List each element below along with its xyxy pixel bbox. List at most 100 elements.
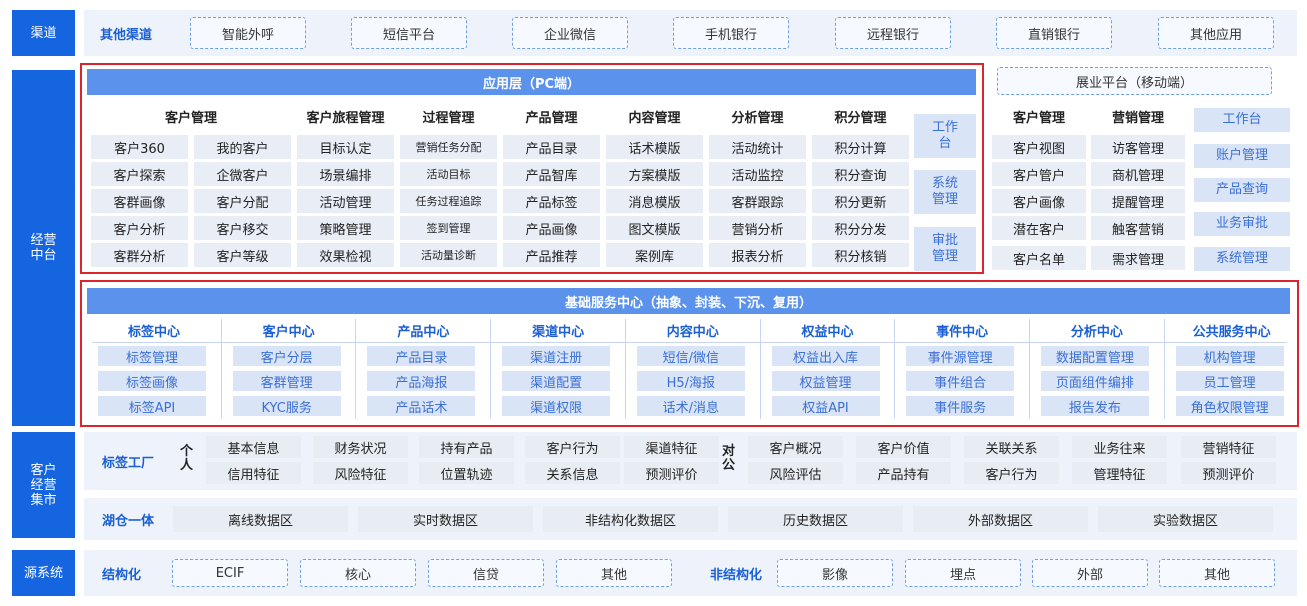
mobile-side-button[interactable]: 业务审批 bbox=[1194, 212, 1290, 236]
tag-corporate[interactable]: 预测评价 bbox=[1181, 462, 1276, 484]
service-item[interactable]: 渠道权限 bbox=[502, 396, 611, 416]
tag-corporate[interactable]: 业务往来 bbox=[1072, 436, 1167, 458]
app-cell[interactable]: 积分更新 bbox=[812, 189, 909, 213]
app-cell[interactable]: 策略管理 bbox=[297, 216, 394, 240]
tag-personal[interactable]: 预测评价 bbox=[624, 462, 719, 484]
tag-personal[interactable]: 基本信息 bbox=[206, 436, 301, 458]
service-item[interactable]: 标签管理 bbox=[98, 346, 206, 366]
app-cell[interactable]: 客户等级 bbox=[194, 243, 291, 267]
mobile-cell[interactable]: 客户管户 bbox=[992, 162, 1086, 186]
service-item[interactable]: KYC服务 bbox=[232, 396, 341, 416]
mobile-side-button[interactable]: 产品查询 bbox=[1194, 178, 1290, 202]
mobile-cell[interactable]: 客户画像 bbox=[992, 189, 1086, 213]
tag-personal[interactable]: 位置轨迹 bbox=[419, 462, 514, 484]
app-cell[interactable]: 客群画像 bbox=[91, 189, 188, 213]
service-item[interactable]: H5/海报 bbox=[636, 371, 745, 391]
app-cell[interactable]: 企微客户 bbox=[194, 162, 291, 186]
service-item[interactable]: 权益管理 bbox=[771, 371, 880, 391]
tag-corporate[interactable]: 风险评估 bbox=[748, 462, 843, 484]
mobile-cell[interactable]: 潜在客户 bbox=[992, 216, 1086, 240]
unstructured-source[interactable]: 影像 bbox=[777, 559, 893, 587]
lake-zone[interactable]: 外部数据区 bbox=[913, 506, 1088, 532]
tag-personal[interactable]: 关系信息 bbox=[525, 462, 620, 484]
tag-personal[interactable]: 信用特征 bbox=[206, 462, 301, 484]
service-item[interactable]: 渠道配置 bbox=[502, 371, 611, 391]
service-item[interactable]: 短信/微信 bbox=[636, 346, 745, 366]
mobile-cell[interactable]: 访客管理 bbox=[1091, 135, 1185, 159]
mobile-side-button[interactable]: 账户管理 bbox=[1194, 144, 1290, 168]
app-cell[interactable]: 目标认定 bbox=[297, 135, 394, 159]
service-item[interactable]: 产品海报 bbox=[367, 371, 476, 391]
service-item[interactable]: 事件服务 bbox=[906, 396, 1015, 416]
structured-source[interactable]: 核心 bbox=[300, 559, 416, 587]
service-item[interactable]: 客群管理 bbox=[232, 371, 341, 391]
lake-zone[interactable]: 实验数据区 bbox=[1098, 506, 1273, 532]
service-item[interactable]: 话术/消息 bbox=[636, 396, 745, 416]
app-cell[interactable]: 客户360 bbox=[91, 135, 188, 159]
app-cell[interactable]: 图文模版 bbox=[606, 216, 703, 240]
tag-personal[interactable]: 财务状况 bbox=[313, 436, 408, 458]
service-item[interactable]: 标签API bbox=[98, 396, 206, 416]
app-cell[interactable]: 客户探索 bbox=[91, 162, 188, 186]
lake-zone[interactable]: 实时数据区 bbox=[358, 506, 533, 532]
service-item[interactable]: 员工管理 bbox=[1175, 371, 1284, 391]
service-item[interactable]: 产品目录 bbox=[367, 346, 476, 366]
structured-source[interactable]: 信贷 bbox=[428, 559, 544, 587]
app-cell[interactable]: 产品推荐 bbox=[503, 243, 600, 267]
mobile-side-button[interactable]: 系统管理 bbox=[1194, 247, 1290, 271]
app-cell[interactable]: 活动统计 bbox=[709, 135, 806, 159]
channel-item[interactable]: 其他应用 bbox=[1158, 17, 1274, 49]
app-cell[interactable]: 客户分配 bbox=[194, 189, 291, 213]
app-side-button[interactable]: 审批 管理 bbox=[914, 227, 976, 271]
service-item[interactable]: 数据配置管理 bbox=[1040, 346, 1149, 366]
app-cell[interactable]: 产品智库 bbox=[503, 162, 600, 186]
app-cell[interactable]: 效果检视 bbox=[297, 243, 394, 267]
unstructured-source[interactable]: 其他 bbox=[1159, 559, 1275, 587]
unstructured-source[interactable]: 埋点 bbox=[905, 559, 1021, 587]
service-item[interactable]: 权益出入库 bbox=[771, 346, 880, 366]
app-cell[interactable]: 消息模版 bbox=[606, 189, 703, 213]
app-cell[interactable]: 活动管理 bbox=[297, 189, 394, 213]
lake-zone[interactable]: 离线数据区 bbox=[173, 506, 348, 532]
service-item[interactable]: 事件源管理 bbox=[906, 346, 1015, 366]
channel-item[interactable]: 直销银行 bbox=[996, 17, 1112, 49]
app-cell[interactable]: 签到管理 bbox=[400, 216, 497, 240]
app-cell[interactable]: 活动监控 bbox=[709, 162, 806, 186]
app-cell[interactable]: 我的客户 bbox=[194, 135, 291, 159]
service-item[interactable]: 页面组件编排 bbox=[1040, 371, 1149, 391]
app-cell[interactable]: 方案模版 bbox=[606, 162, 703, 186]
tag-corporate[interactable]: 客户价值 bbox=[856, 436, 951, 458]
unstructured-source[interactable]: 外部 bbox=[1032, 559, 1148, 587]
service-item[interactable]: 客户分层 bbox=[232, 346, 341, 366]
app-cell[interactable]: 营销任务分配 bbox=[400, 135, 497, 159]
channel-item[interactable]: 手机银行 bbox=[673, 17, 789, 49]
app-cell[interactable]: 积分核销 bbox=[812, 243, 909, 267]
app-cell[interactable]: 积分查询 bbox=[812, 162, 909, 186]
app-cell[interactable]: 活动目标 bbox=[400, 162, 497, 186]
tag-corporate[interactable]: 管理特征 bbox=[1072, 462, 1167, 484]
tag-personal[interactable]: 客户行为 bbox=[525, 436, 620, 458]
app-cell[interactable]: 话术模版 bbox=[606, 135, 703, 159]
service-item[interactable]: 权益API bbox=[771, 396, 880, 416]
app-cell[interactable]: 报表分析 bbox=[709, 243, 806, 267]
app-cell[interactable]: 产品标签 bbox=[503, 189, 600, 213]
lake-zone[interactable]: 非结构化数据区 bbox=[543, 506, 718, 532]
app-cell[interactable]: 客户移交 bbox=[194, 216, 291, 240]
tag-personal[interactable]: 渠道特征 bbox=[624, 436, 719, 458]
app-cell[interactable]: 客群分析 bbox=[91, 243, 188, 267]
app-side-button[interactable]: 工作 台 bbox=[914, 114, 976, 158]
mobile-cell[interactable]: 需求管理 bbox=[1091, 246, 1185, 270]
channel-item[interactable]: 短信平台 bbox=[351, 17, 467, 49]
app-cell[interactable]: 积分计算 bbox=[812, 135, 909, 159]
structured-source[interactable]: ECIF bbox=[172, 559, 288, 587]
mobile-cell[interactable]: 提醒管理 bbox=[1091, 189, 1185, 213]
lake-zone[interactable]: 历史数据区 bbox=[728, 506, 903, 532]
tag-personal[interactable]: 持有产品 bbox=[419, 436, 514, 458]
app-cell[interactable]: 营销分析 bbox=[709, 216, 806, 240]
app-cell[interactable]: 场景编排 bbox=[297, 162, 394, 186]
tag-corporate[interactable]: 客户行为 bbox=[964, 462, 1059, 484]
app-cell[interactable]: 案例库 bbox=[606, 243, 703, 267]
service-item[interactable]: 渠道注册 bbox=[502, 346, 611, 366]
app-cell[interactable]: 积分分发 bbox=[812, 216, 909, 240]
tag-corporate[interactable]: 客户概况 bbox=[748, 436, 843, 458]
